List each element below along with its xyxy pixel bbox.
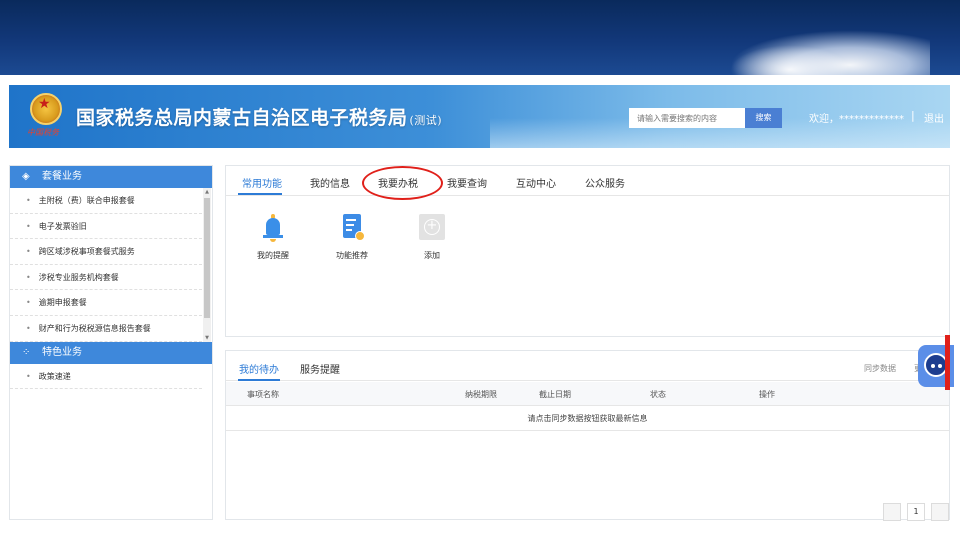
tab-common-functions[interactable]: 常用功能 — [242, 175, 282, 190]
add-icon: + — [419, 214, 445, 240]
highlight-circle-annotation — [362, 166, 443, 200]
sync-data-button[interactable]: 同步数据 — [864, 363, 896, 374]
sidebar-featured-list: 政策速递 — [10, 364, 212, 390]
cloud-decoration — [730, 45, 850, 75]
tab-interaction-center[interactable]: 互动中心 — [516, 175, 556, 190]
sidebar-item[interactable]: 逾期申报套餐 — [10, 290, 202, 316]
sidebar-section-package[interactable]: ◈ 套餐业务 — [10, 166, 212, 188]
function-my-reminders[interactable]: 我的提醒 — [243, 214, 303, 261]
logout-link[interactable]: 退出 — [924, 110, 944, 125]
sidebar-item[interactable]: 涉税专业服务机构套餐 — [10, 265, 202, 291]
bell-icon — [262, 214, 284, 242]
site-title-tag: (测试) — [409, 114, 443, 127]
function-label: 添加 — [424, 251, 440, 260]
todo-table-header: 事项名称 纳税期限 截止日期 状态 操作 — [226, 382, 949, 406]
scrollbar-thumb[interactable] — [204, 198, 210, 318]
tab-my-info[interactable]: 我的信息 — [310, 175, 350, 190]
pagination-page-number[interactable]: 1 — [907, 503, 925, 521]
main-tab-bar: 常用功能 我的信息 我要办税 我要查询 互动中心 公众服务 — [226, 166, 949, 200]
sidebar-item[interactable]: 跨区域涉税事项套餐式服务 — [10, 239, 202, 265]
pagination-prev-button[interactable] — [883, 503, 901, 521]
tab-query[interactable]: 我要查询 — [447, 175, 487, 190]
tab-service-reminders[interactable]: 服务提醒 — [300, 361, 340, 376]
sidebar-item[interactable]: 电子发票验旧 — [10, 214, 202, 240]
site-header-banner: ★ 中国税务 国家税务总局内蒙古自治区电子税务局(测试) 搜索 欢迎，*****… — [9, 85, 950, 148]
sidebar-item[interactable]: 主附税（费）联合申报套餐 — [10, 188, 202, 214]
document-icon — [341, 214, 365, 242]
welcome-text: 欢迎，************* — [809, 114, 904, 125]
common-functions-panel: 常用功能 我的信息 我要办税 我要查询 互动中心 公众服务 我的提醒 功能推荐 … — [225, 165, 950, 337]
sidebar-section-title: 套餐业务 — [42, 171, 82, 182]
top-decorative-bar — [0, 0, 960, 75]
search-input[interactable] — [629, 108, 745, 128]
side-accent-strip — [945, 335, 950, 390]
tab-my-todo[interactable]: 我的待办 — [239, 361, 279, 376]
tax-emblem-logo: ★ 中国税务 — [27, 93, 65, 143]
function-add[interactable]: + 添加 — [402, 214, 462, 261]
search-button[interactable]: 搜索 — [745, 108, 782, 128]
empty-table-message: 请点击同步数据按钮获取最新信息 — [226, 406, 949, 431]
layers-icon: ◈ — [22, 171, 30, 182]
column-header: 状态 — [650, 390, 666, 399]
grid-icon: ⁘ — [22, 346, 31, 358]
todo-tab-bar: 我的待办 服务提醒 同步数据 更 — [226, 351, 949, 381]
tab-public-service[interactable]: 公众服务 — [585, 175, 625, 190]
header-separator: | — [911, 109, 915, 122]
active-tab-underline — [238, 193, 282, 195]
sidebar-item[interactable]: 政策速递 — [10, 364, 202, 390]
sidebar-section-featured[interactable]: ⁘ 特色业务 — [10, 341, 212, 364]
function-label: 功能推荐 — [336, 251, 368, 260]
scroll-up-icon[interactable]: ▲ — [203, 188, 211, 196]
column-header: 事项名称 — [247, 390, 279, 399]
site-title: 国家税务总局内蒙古自治区电子税务局 (测试) — [76, 103, 442, 130]
sidebar-package-list: 主附税（费）联合申报套餐 电子发票验旧 跨区域涉税事项套餐式服务 涉税专业服务机… — [10, 188, 212, 342]
column-header: 纳税期限 — [465, 390, 497, 399]
function-label: 我的提醒 — [257, 251, 289, 260]
sidebar-scrollbar[interactable]: ▲ ▼ — [203, 188, 211, 342]
todo-panel: 我的待办 服务提醒 同步数据 更 事项名称 纳税期限 截止日期 状态 操作 请点… — [225, 350, 950, 521]
site-title-text: 国家税务总局内蒙古自治区电子税务局 — [76, 107, 408, 129]
sidebar-section-title: 特色业务 — [42, 346, 82, 358]
sidebar: ◈ 套餐业务 主附税（费）联合申报套餐 电子发票验旧 跨区域涉税事项套餐式服务 涉… — [9, 165, 213, 520]
column-header: 截止日期 — [539, 390, 571, 399]
active-tab-underline — [238, 379, 280, 381]
pagination-next-button[interactable] — [931, 503, 949, 521]
sidebar-item[interactable]: 财产和行为税税源信息报告套餐 — [10, 316, 202, 342]
function-recommendations[interactable]: 功能推荐 — [322, 214, 382, 261]
column-header: 操作 — [759, 390, 775, 399]
